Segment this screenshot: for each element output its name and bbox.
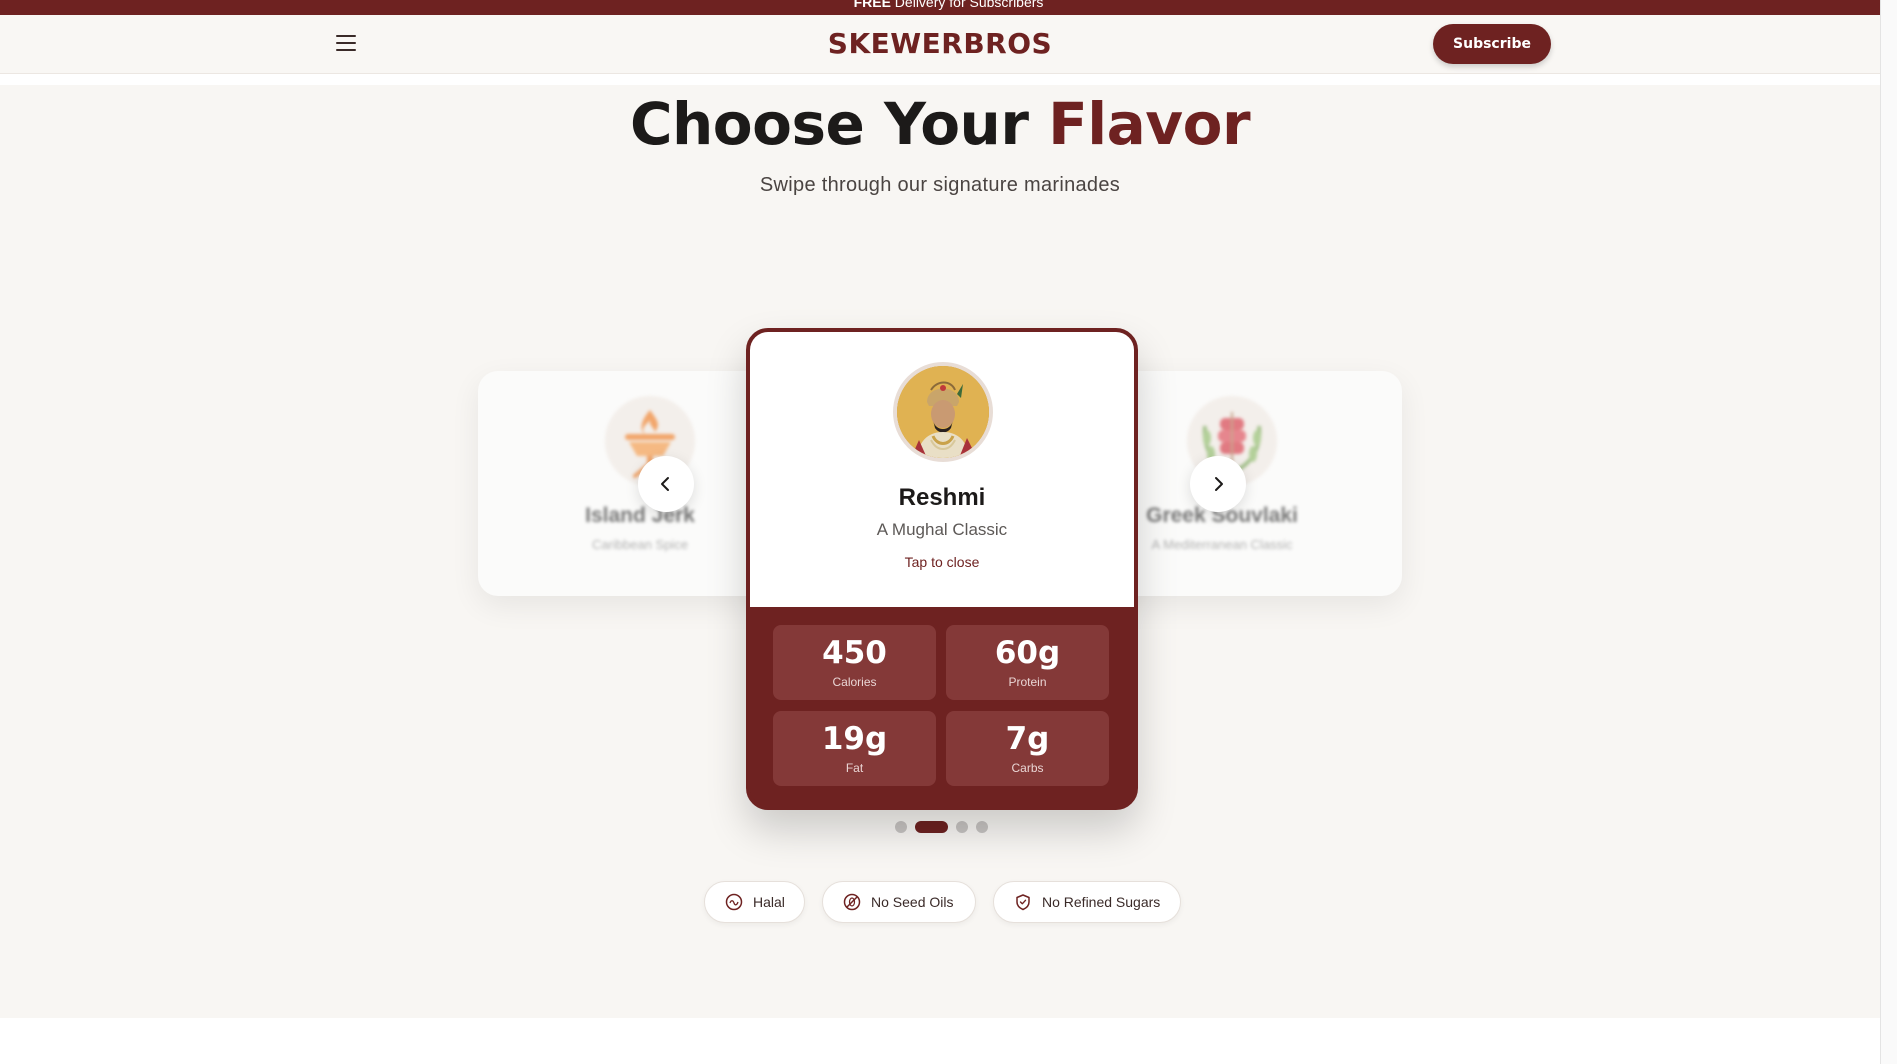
stat-label: Protein	[1008, 675, 1047, 689]
flavor-card-header: Reshmi A Mughal Classic Tap to close	[750, 332, 1134, 607]
title-accent: Flavor	[1048, 90, 1251, 158]
stat-label: Fat	[845, 761, 864, 775]
badge-label: No Seed Oils	[871, 894, 954, 910]
hamburger-menu-icon[interactable]	[336, 35, 356, 51]
stat-value: 19g	[821, 721, 888, 757]
stat-value: 60g	[994, 635, 1061, 671]
page-title: Choose Your Flavor	[0, 90, 1880, 158]
halal-icon	[725, 893, 743, 911]
no-seed-oil-icon	[843, 893, 861, 911]
carousel-next-button[interactable]	[1190, 456, 1246, 512]
stat-value: 7g	[1005, 721, 1050, 757]
badge-label: No Refined Sugars	[1042, 894, 1161, 910]
navbar: SKEWERBROS Subscribe	[0, 15, 1880, 74]
chevron-right-icon	[1215, 477, 1223, 491]
subscribe-button[interactable]: Subscribe	[1433, 24, 1551, 64]
stat-label: Carbs	[1011, 761, 1044, 775]
flavor-name-prev: Island Jerk	[585, 504, 695, 527]
title-main: Choose Your	[629, 90, 1049, 158]
flavor-subtitle: A Mughal Classic	[876, 520, 1008, 539]
promo-bar: FREE Delivery for Subscribers	[0, 0, 1897, 15]
brand-logo[interactable]: SKEWERBROS	[0, 27, 1880, 60]
pagination-dot[interactable]	[956, 820, 968, 833]
flavor-sub-prev: Caribbean Spice	[591, 537, 689, 552]
badge-halal: Halal	[704, 881, 805, 923]
mughal-emperor-portrait	[893, 362, 993, 462]
badge-no-refined-sugars: No Refined Sugars	[993, 881, 1181, 923]
stat-value: 450	[822, 635, 887, 671]
badge-label: Halal	[753, 894, 785, 910]
flavor-card-active[interactable]: Reshmi A Mughal Classic Tap to close 450…	[746, 328, 1138, 810]
flavor-name: Reshmi	[898, 484, 986, 511]
pagination-dot[interactable]	[976, 820, 988, 833]
promo-bold: FREE	[853, 0, 891, 10]
tap-to-close-link[interactable]: Tap to close	[750, 554, 1134, 570]
stat-protein: 60g Protein	[946, 625, 1109, 700]
page-subtitle: Swipe through our signature marinades	[759, 174, 1121, 196]
nav-divider	[0, 74, 1880, 85]
stat-calories: 450 Calories	[773, 625, 936, 700]
badge-no-seed-oils: No Seed Oils	[822, 881, 976, 923]
chevron-left-icon	[661, 477, 669, 491]
next-section-edge	[0, 1018, 1880, 1064]
pagination-dot-active[interactable]	[915, 820, 948, 833]
stat-label: Calories	[832, 675, 877, 689]
promo-text: Delivery for Subscribers	[890, 0, 1044, 10]
stat-fat: 19g Fat	[773, 711, 936, 786]
stat-carbs: 7g Carbs	[946, 711, 1109, 786]
carousel-pagination	[895, 820, 988, 833]
carousel-prev-button[interactable]	[638, 456, 694, 512]
pagination-dot[interactable]	[895, 820, 907, 833]
page-scrollbar[interactable]	[1880, 0, 1897, 1064]
shield-check-icon	[1014, 893, 1032, 911]
